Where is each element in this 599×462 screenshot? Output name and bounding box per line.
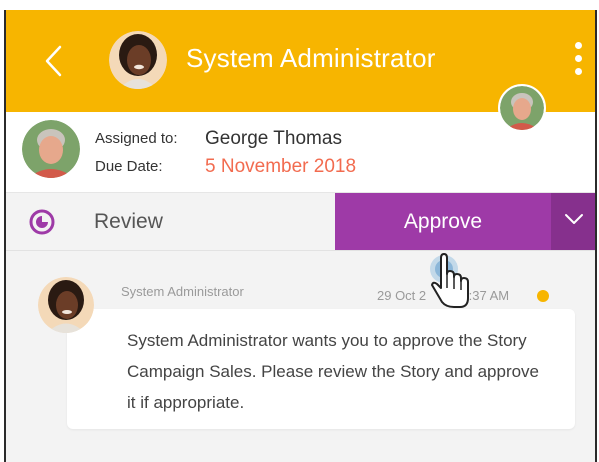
action-bar: Review Approve xyxy=(6,193,595,251)
sender-avatar[interactable] xyxy=(109,31,167,89)
comment-bubble: System Administrator wants you to approv… xyxy=(67,309,575,429)
hand-pointer-icon xyxy=(430,253,469,308)
comment-text: System Administrator wants you to approv… xyxy=(127,331,540,412)
page-title: System Administrator xyxy=(186,43,436,73)
assignee-avatar[interactable] xyxy=(22,120,80,178)
clock-icon xyxy=(29,209,55,235)
comment-thread: System Administrator wants you to approv… xyxy=(6,251,595,462)
comment-author: System Administrator xyxy=(121,284,244,299)
more-vertical-icon xyxy=(572,42,584,75)
status-dot xyxy=(537,290,549,302)
app-window: System Administrator Assigned to: George… xyxy=(4,10,597,462)
approve-dropdown-button[interactable] xyxy=(551,193,595,250)
chevron-left-icon xyxy=(45,45,62,77)
comment-author-avatar[interactable] xyxy=(38,277,94,333)
chevron-down-icon xyxy=(565,214,583,224)
more-menu-button[interactable] xyxy=(572,42,584,82)
assignee-avatar-badge[interactable] xyxy=(498,84,546,132)
assigned-to-label: Assigned to: xyxy=(95,130,178,147)
due-date-value: 5 November 2018 xyxy=(205,156,357,177)
review-button[interactable]: Review xyxy=(94,210,163,234)
approve-button[interactable]: Approve xyxy=(335,193,551,250)
assigned-to-value: George Thomas xyxy=(205,128,342,149)
due-date-label: Due Date: xyxy=(95,158,163,175)
back-button[interactable] xyxy=(42,44,66,78)
